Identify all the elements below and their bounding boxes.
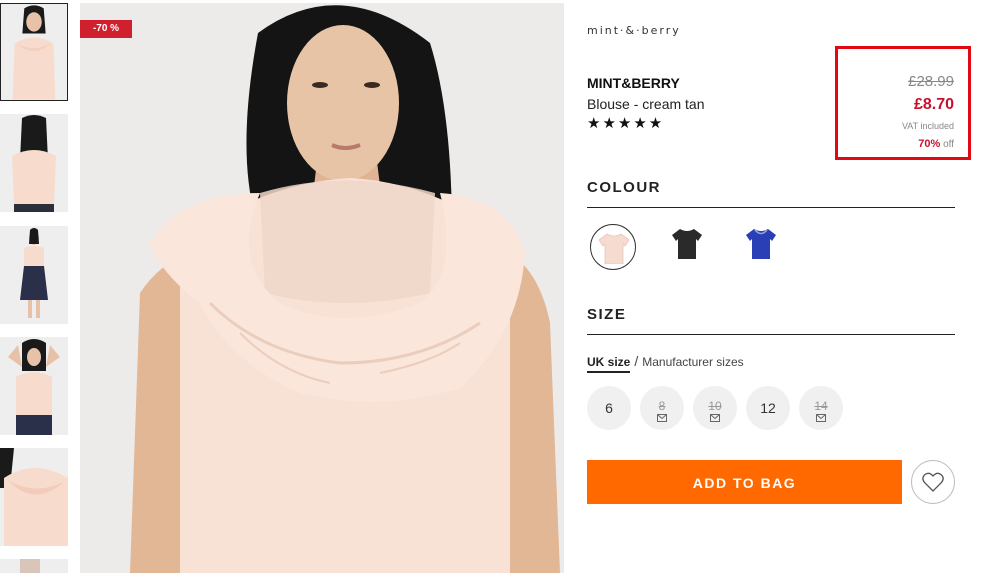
colour-title: COLOUR — [587, 179, 661, 196]
brand-logo[interactable]: mint·&·berry — [587, 24, 681, 37]
tab-manufacturer-sizes[interactable]: Manufacturer sizes — [642, 355, 743, 369]
black-blouse-icon — [672, 229, 702, 259]
thumbnail-pose-image — [0, 337, 68, 435]
size-option-10[interactable]: 10 — [693, 386, 737, 430]
colour-swatch-blue[interactable] — [738, 220, 784, 266]
size-option-label: 10 — [708, 399, 722, 413]
size-tab-separator: / — [634, 353, 639, 369]
colour-swatch-black[interactable] — [664, 220, 710, 266]
size-option-label: 8 — [658, 399, 666, 413]
notify-mail-icon — [816, 414, 826, 422]
product-name: Blouse - cream tan — [587, 96, 705, 112]
thumbnail-detail[interactable] — [0, 448, 68, 546]
size-option-6[interactable]: 6 — [587, 386, 631, 430]
notify-mail-icon — [657, 414, 667, 422]
size-option-label: 6 — [605, 400, 613, 416]
colour-swatch-cream[interactable] — [590, 224, 636, 270]
rating-stars-icon[interactable]: ★★★★★ — [587, 114, 664, 132]
thumbnail-more-image — [0, 559, 68, 573]
wishlist-button[interactable] — [911, 460, 955, 504]
discount-percent: 70% off — [918, 138, 954, 150]
size-option-label: 14 — [814, 399, 828, 413]
thumbnail-full-body-image — [0, 226, 68, 324]
size-option-12[interactable]: 12 — [746, 386, 790, 430]
discount-off-label: off — [943, 139, 954, 150]
brand-name[interactable]: MINT&BERRY — [587, 75, 680, 91]
notify-mail-icon — [710, 414, 720, 422]
size-system-tabs: UK size / Manufacturer sizes — [587, 353, 744, 373]
thumbnail-front-image — [1, 4, 67, 100]
size-option-8[interactable]: 8 — [640, 386, 684, 430]
discount-badge: -70 % — [80, 20, 132, 38]
main-product-image[interactable] — [80, 3, 564, 573]
add-to-bag-button[interactable]: ADD TO BAG — [587, 460, 902, 504]
sale-price: £8.70 — [913, 96, 954, 113]
original-price: £28.99 — [908, 73, 954, 90]
model-photo — [80, 3, 564, 573]
size-option-label: 12 — [760, 400, 776, 416]
blue-blouse-icon — [746, 229, 776, 259]
thumbnail-strip — [0, 0, 70, 573]
vat-note: VAT included — [901, 121, 954, 131]
price-box: £28.99 £8.70 VAT included 70% off — [835, 46, 971, 160]
thumbnail-back[interactable] — [0, 114, 68, 212]
colour-divider — [587, 207, 955, 208]
thumbnail-back-image — [0, 114, 68, 212]
heart-icon — [922, 472, 944, 492]
tab-uk-size[interactable]: UK size — [587, 355, 631, 373]
discount-percent-value: 70% — [918, 138, 941, 150]
thumbnail-front[interactable] — [0, 3, 68, 101]
cream-blouse-icon — [599, 233, 629, 264]
thumbnail-more[interactable] — [0, 559, 68, 573]
size-title: SIZE — [587, 306, 627, 323]
size-divider — [587, 334, 955, 335]
size-option-14[interactable]: 14 — [799, 386, 843, 430]
thumbnail-detail-image — [0, 448, 68, 546]
thumbnail-pose[interactable] — [0, 337, 68, 435]
thumbnail-full-body[interactable] — [0, 226, 68, 324]
